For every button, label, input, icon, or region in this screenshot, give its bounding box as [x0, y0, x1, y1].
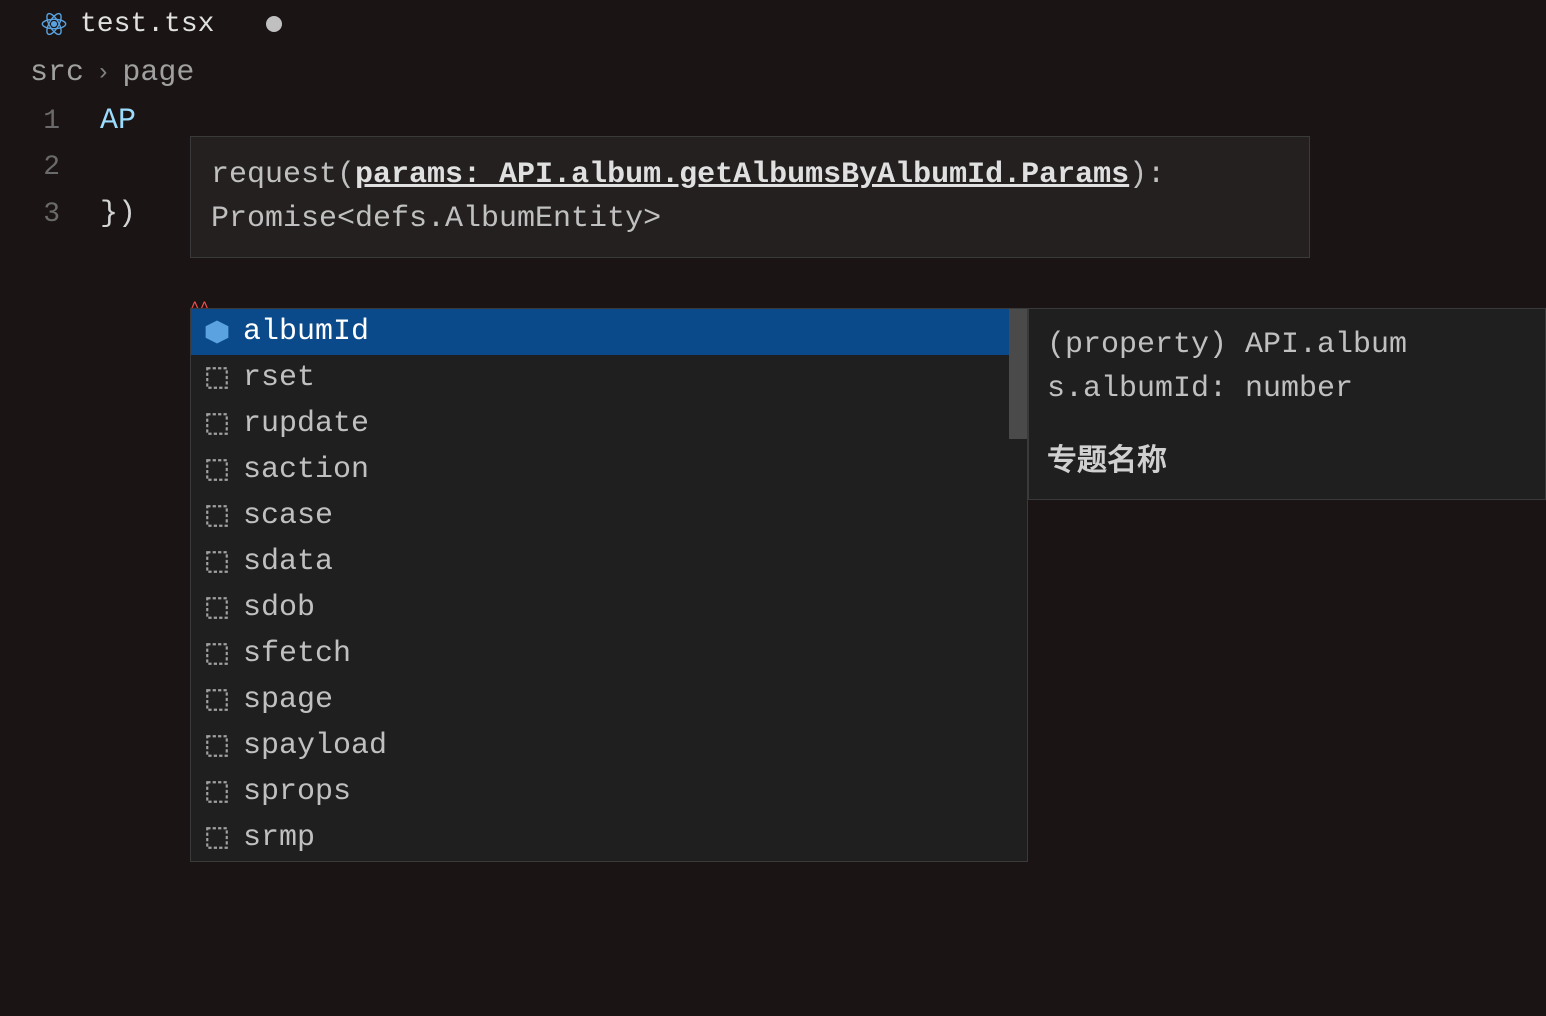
breadcrumb-part[interactable]: src — [30, 56, 84, 90]
file-tab[interactable]: test.tsx — [20, 1, 302, 48]
completion-label: sdob — [243, 591, 315, 625]
completion-detail-popup: (property) API.album s.albumId: number 专… — [1028, 308, 1546, 500]
signature-return: Promise<defs.AlbumEntity> — [211, 197, 1289, 241]
signature-after: ): — [1129, 158, 1165, 192]
snippet-icon — [203, 502, 231, 530]
code-text[interactable]: }) — [100, 191, 136, 237]
breadcrumb-part[interactable]: page — [122, 56, 194, 90]
react-icon — [40, 10, 68, 38]
completion-label: sdata — [243, 545, 333, 579]
completion-label: saction — [243, 453, 369, 487]
completion-label: rset — [243, 361, 315, 395]
chevron-right-icon: › — [96, 60, 110, 87]
tab-bar: test.tsx — [0, 0, 1546, 48]
tab-filename: test.tsx — [80, 9, 214, 40]
snippet-icon — [203, 778, 231, 806]
snippet-icon — [203, 364, 231, 392]
signature-func: request( — [211, 158, 355, 192]
snippet-icon — [203, 548, 231, 576]
line-number: 2 — [0, 145, 100, 191]
completion-item[interactable]: spage — [191, 677, 1027, 723]
line-number: 1 — [0, 99, 100, 145]
completion-popup[interactable]: albumId rset rupdate saction scase sdata sdob s… — [190, 308, 1028, 862]
editor-area[interactable]: 1 AP 2 3 }) ˄˄ request(params: API.album… — [0, 98, 1546, 238]
field-icon — [203, 318, 231, 346]
snippet-icon — [203, 824, 231, 852]
completion-label: albumId — [243, 315, 369, 349]
completion-label: rupdate — [243, 407, 369, 441]
completion-label: spage — [243, 683, 333, 717]
completion-item[interactable]: albumId — [191, 309, 1027, 355]
signature-help-popup: request(params: API.album.getAlbumsByAlb… — [190, 136, 1310, 258]
code-text[interactable]: AP — [100, 98, 136, 144]
detail-line: (property) API.album — [1047, 323, 1527, 367]
completion-item[interactable]: rupdate — [191, 401, 1027, 447]
completion-item[interactable]: saction — [191, 447, 1027, 493]
snippet-icon — [203, 640, 231, 668]
completion-item[interactable]: sdata — [191, 539, 1027, 585]
detail-description: 专题名称 — [1047, 441, 1527, 485]
completion-item[interactable]: sprops — [191, 769, 1027, 815]
completion-item[interactable]: srmp — [191, 815, 1027, 861]
snippet-icon — [203, 410, 231, 438]
completion-label: sprops — [243, 775, 351, 809]
breadcrumb[interactable]: src › page — [0, 48, 1546, 98]
completion-item[interactable]: rset — [191, 355, 1027, 401]
completion-label: srmp — [243, 821, 315, 855]
snippet-icon — [203, 456, 231, 484]
completion-item[interactable]: sfetch — [191, 631, 1027, 677]
scrollbar[interactable] — [1009, 309, 1027, 439]
completion-label: spayload — [243, 729, 387, 763]
completion-item[interactable]: spayload — [191, 723, 1027, 769]
modified-indicator-icon — [266, 16, 282, 32]
completion-item[interactable]: sdob — [191, 585, 1027, 631]
completion-item[interactable]: scase — [191, 493, 1027, 539]
signature-active-param: params: API.album.getAlbumsByAlbumId.Par… — [355, 158, 1129, 192]
snippet-icon — [203, 732, 231, 760]
completion-label: sfetch — [243, 637, 351, 671]
snippet-icon — [203, 686, 231, 714]
snippet-icon — [203, 594, 231, 622]
completion-label: scase — [243, 499, 333, 533]
detail-line: s.albumId: number — [1047, 367, 1527, 411]
line-number: 3 — [0, 192, 100, 238]
